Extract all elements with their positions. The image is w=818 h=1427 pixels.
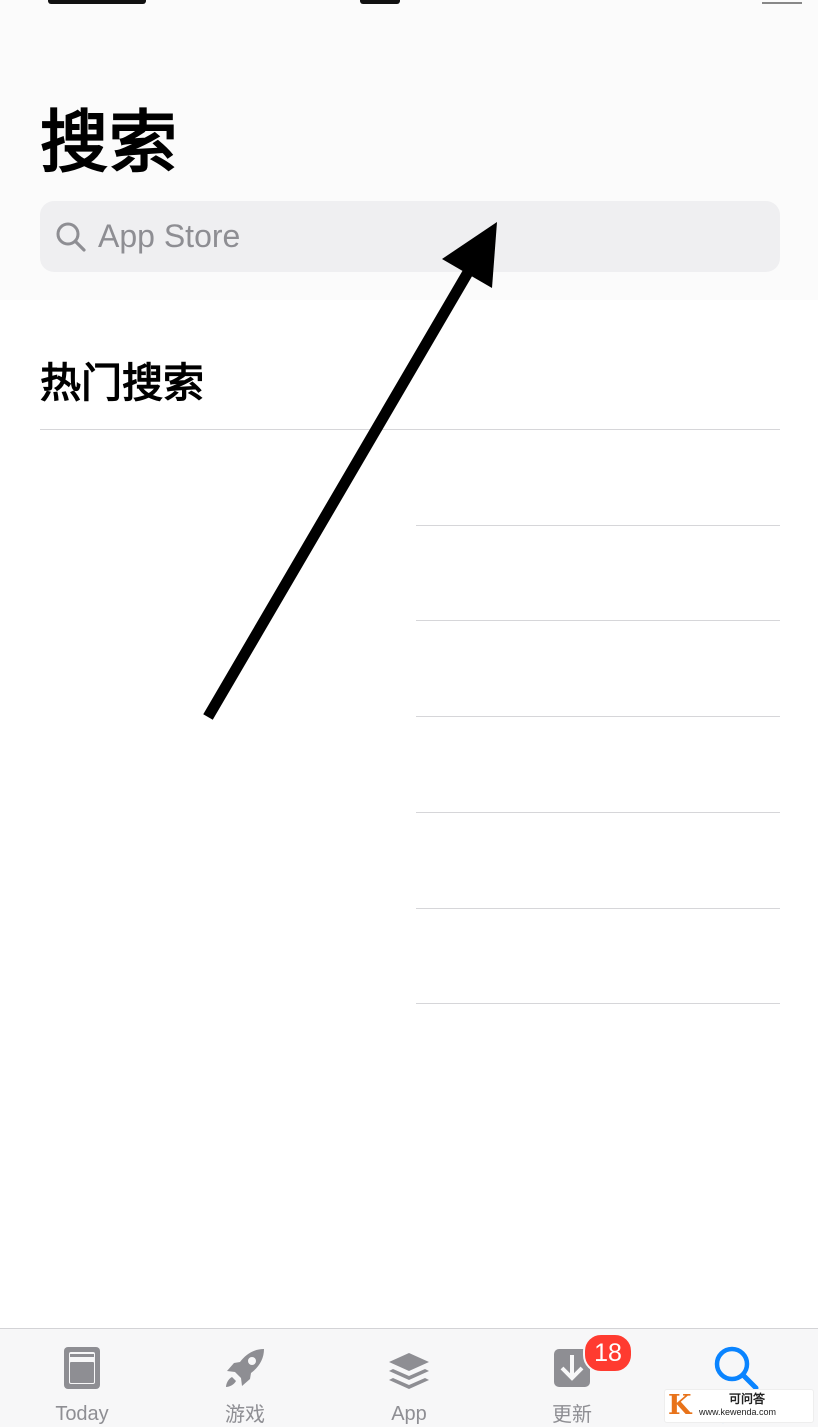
list-divider [416, 716, 780, 717]
carrier-indicator [48, 0, 146, 4]
watermark-title: 可问答 [729, 1392, 766, 1406]
list-divider [416, 525, 780, 526]
rocket-icon [226, 1349, 264, 1387]
list-divider [416, 812, 780, 813]
list-divider [416, 908, 780, 909]
trending-title: 热门搜索 [40, 359, 204, 407]
today-icon [64, 1347, 100, 1389]
tab-label: Today [55, 1403, 109, 1425]
tab-label: 游戏 [225, 1402, 265, 1426]
tab-label: App [391, 1403, 427, 1425]
list-divider [416, 620, 780, 621]
updates-badge: 18 [583, 1333, 633, 1373]
status-bar [0, 0, 818, 8]
tab-label: 更新 [552, 1402, 592, 1426]
list-divider [416, 1003, 780, 1004]
clock-indicator [360, 0, 400, 4]
page-title: 搜索 [40, 104, 179, 183]
watermark-logo: K 可问答 www.kewenda.com [664, 1389, 814, 1423]
search-placeholder[interactable]: App Store [98, 213, 240, 259]
tab-apps[interactable]: App [344, 1329, 474, 1427]
tab-today[interactable]: Today [17, 1329, 147, 1427]
tab-games[interactable]: 游戏 [180, 1329, 310, 1427]
search-icon [56, 222, 86, 252]
apps-stack-icon [389, 1353, 429, 1389]
watermark-k: K [668, 1390, 692, 1421]
watermark-url: www.kewenda.com [699, 1407, 777, 1417]
battery-icon [762, 0, 802, 4]
section-divider [40, 429, 780, 430]
search-icon [714, 1346, 759, 1391]
